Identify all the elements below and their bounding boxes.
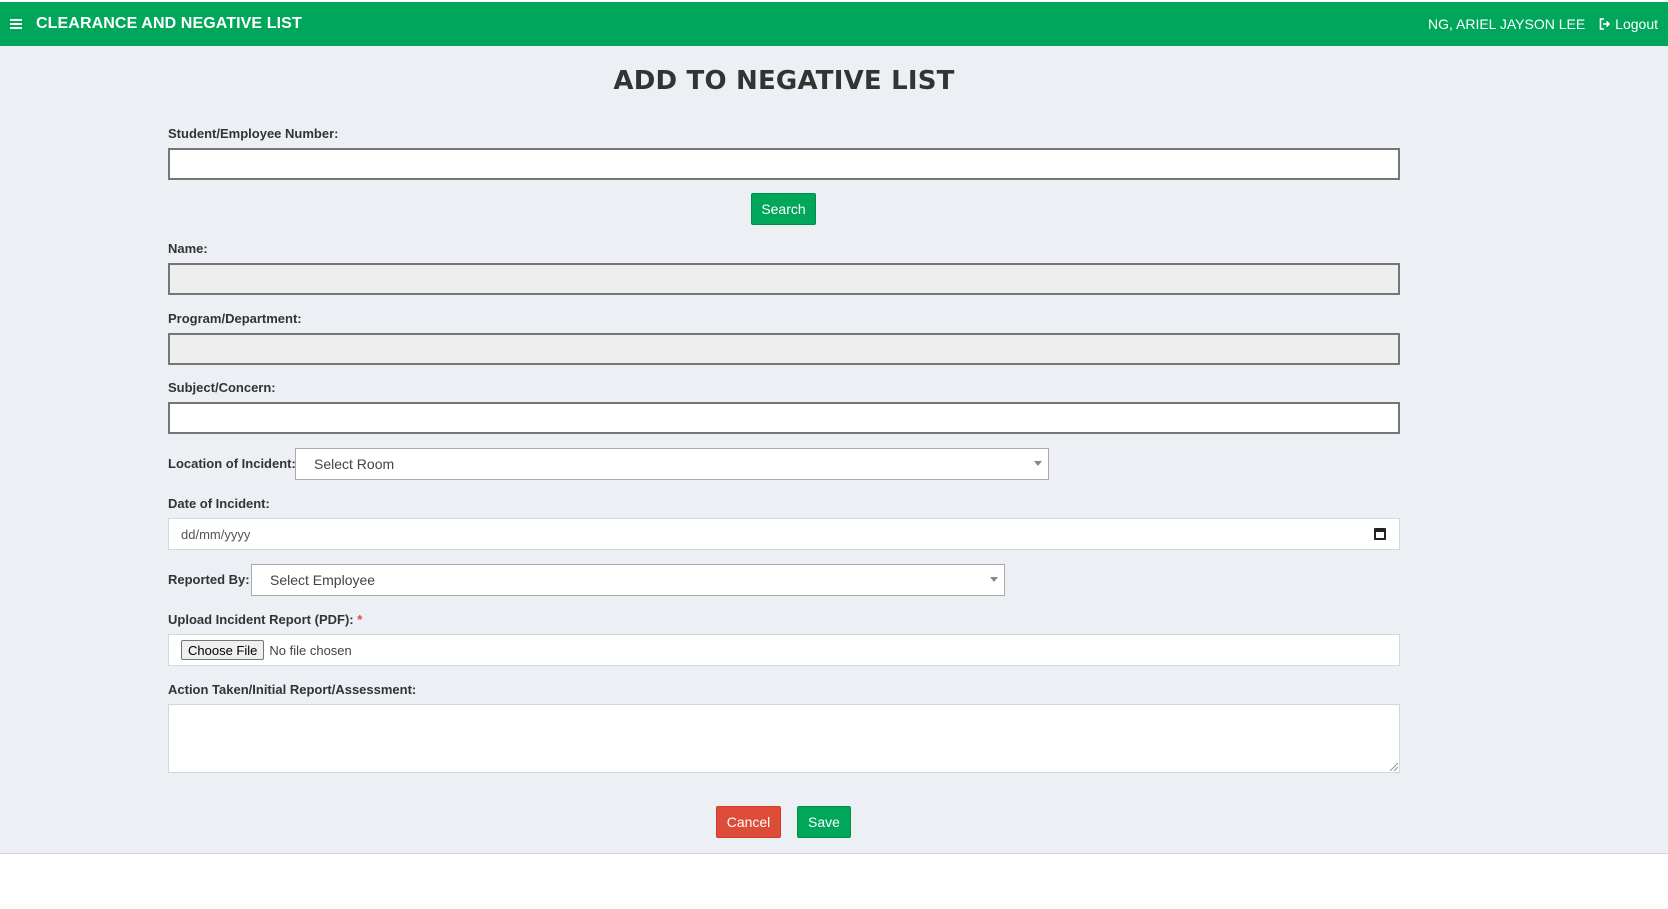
upload-file-input[interactable]: Choose File No file chosen: [168, 634, 1400, 666]
program-label: Program/Department:: [168, 311, 302, 326]
reported-by-label: Reported By:: [168, 572, 250, 587]
upload-label-text: Upload Incident Report (PDF):: [168, 612, 354, 627]
name-label: Name:: [168, 241, 208, 256]
location-label: Location of Incident:: [168, 456, 296, 471]
name-field: [168, 263, 1400, 295]
date-input[interactable]: dd/mm/yyyy: [168, 518, 1400, 550]
hamburger-menu-icon[interactable]: [10, 19, 22, 29]
subject-input[interactable]: [168, 402, 1400, 434]
user-name[interactable]: NG, ARIEL JAYSON LEE: [1428, 16, 1585, 32]
reported-by-selected: Select Employee: [270, 572, 376, 588]
chevron-down-icon: [1034, 461, 1042, 466]
app-title: CLEARANCE AND NEGATIVE LIST: [36, 15, 302, 32]
date-placeholder: dd/mm/yyyy: [181, 526, 251, 542]
calendar-icon[interactable]: [1374, 528, 1386, 540]
logout-label: Logout: [1615, 16, 1658, 32]
sign-out-icon: [1599, 18, 1611, 30]
footer-divider: [0, 853, 1668, 854]
program-field: [168, 333, 1400, 365]
reported-by-select[interactable]: Select Employee: [251, 564, 1005, 596]
search-button[interactable]: Search: [751, 193, 816, 225]
navbar-right: NG, ARIEL JAYSON LEE Logout: [1428, 16, 1658, 32]
main-content: ADD TO NEGATIVE LIST Student/Employee Nu…: [0, 46, 1668, 853]
top-navbar: CLEARANCE AND NEGATIVE LIST NG, ARIEL JA…: [0, 2, 1668, 46]
location-selected: Select Room: [314, 456, 395, 472]
cancel-button[interactable]: Cancel: [716, 806, 781, 838]
chevron-down-icon: [990, 577, 998, 582]
resize-handle-icon[interactable]: [1390, 763, 1398, 771]
id-number-label: Student/Employee Number:: [168, 126, 339, 141]
location-select[interactable]: Select Room: [295, 448, 1049, 480]
action-taken-textarea[interactable]: [168, 704, 1400, 773]
save-button[interactable]: Save: [797, 806, 851, 838]
file-status: No file chosen: [269, 642, 352, 658]
subject-label: Subject/Concern:: [168, 380, 276, 395]
upload-label: Upload Incident Report (PDF): *: [168, 612, 362, 627]
logout-link[interactable]: Logout: [1599, 16, 1658, 32]
date-label: Date of Incident:: [168, 496, 270, 511]
required-mark: *: [357, 612, 363, 627]
page-title: ADD TO NEGATIVE LIST: [613, 66, 955, 96]
action-taken-label: Action Taken/Initial Report/Assessment:: [168, 682, 417, 697]
choose-file-button[interactable]: Choose File: [181, 640, 265, 660]
navbar-left: CLEARANCE AND NEGATIVE LIST: [10, 15, 302, 33]
id-number-input[interactable]: [168, 148, 1400, 180]
